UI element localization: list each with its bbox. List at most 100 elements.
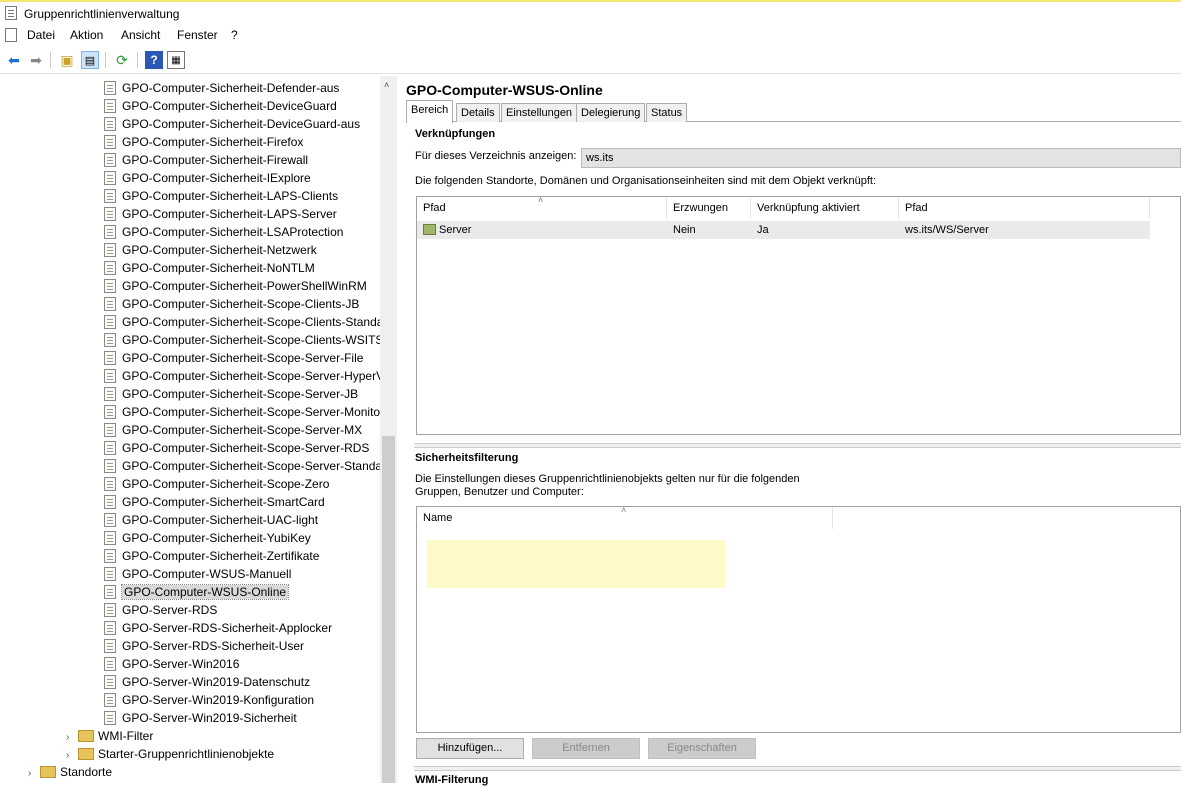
- tree-item-starter-gpos[interactable]: › Starter-Gruppenrichtlinienobjekte: [66, 745, 274, 763]
- forward-arrow-icon[interactable]: ➡: [27, 51, 45, 69]
- properties-button[interactable]: Eigenschaften: [648, 738, 756, 759]
- security-description-1: Die Einstellungen dieses Gruppenrichtlin…: [415, 473, 800, 485]
- tree-item-gpo[interactable]: GPO-Server-Win2019-Konfiguration: [104, 691, 314, 709]
- tree-item-gpo[interactable]: GPO-Computer-Sicherheit-LSAProtection: [104, 223, 343, 241]
- tree-item-gpo[interactable]: GPO-Computer-Sicherheit-Scope-Clients-St…: [104, 313, 383, 331]
- column-header-pfad[interactable]: Pfad: [417, 197, 667, 219]
- menu-aktion[interactable]: Aktion: [70, 28, 103, 42]
- detail-pane: GPO-Computer-WSUS-Online Bereich Details…: [400, 76, 1181, 786]
- row-name: Server: [439, 224, 472, 236]
- tree-item-gpo[interactable]: GPO-Computer-Sicherheit-Firefox: [104, 133, 303, 151]
- show-for-field[interactable]: ws.its: [581, 148, 1181, 168]
- tree-item-gpo[interactable]: GPO-Server-Win2016: [104, 655, 239, 673]
- row-enabled: Ja: [757, 224, 769, 236]
- tree-item-label: Standorte: [60, 765, 113, 779]
- tree-item-label: GPO-Computer-Sicherheit-Firefox: [122, 135, 304, 149]
- tree-scrollbar[interactable]: ˄: [380, 76, 397, 783]
- tree-item-gpo[interactable]: GPO-Computer-WSUS-Manuell: [104, 565, 291, 583]
- menu-help[interactable]: ?: [231, 28, 238, 42]
- gpo-icon: [104, 639, 116, 653]
- tree-item-gpo[interactable]: GPO-Server-RDS: [104, 601, 217, 619]
- gpo-icon: [104, 117, 116, 131]
- tree-item-label: GPO-Server-Win2019-Datenschutz: [122, 675, 311, 689]
- tree-item-gpo[interactable]: GPO-Computer-Sicherheit-PowerShellWinRM: [104, 277, 367, 295]
- tree-item-gpo[interactable]: GPO-Server-RDS-Sicherheit-User: [104, 637, 304, 655]
- gpo-icon: [104, 81, 116, 95]
- tree-item-gpo[interactable]: GPO-Computer-Sicherheit-SmartCard: [104, 493, 325, 511]
- column-header-name[interactable]: Name: [417, 507, 833, 529]
- tree-item-label: GPO-Computer-Sicherheit-LAPS-Server: [122, 207, 337, 221]
- row-path: ws.its/WS/Server: [905, 224, 989, 236]
- tree-item-gpo[interactable]: GPO-Server-Win2019-Sicherheit: [104, 709, 297, 727]
- tree-item-gpo[interactable]: GPO-Computer-Sicherheit-Scope-Server-JB: [104, 385, 358, 403]
- back-arrow-icon[interactable]: ⬅: [5, 51, 23, 69]
- chevron-right-icon[interactable]: ›: [28, 765, 40, 783]
- tree-item-gpo[interactable]: GPO-Computer-Sicherheit-Scope-Server-MX: [104, 421, 362, 439]
- tree-item-gpo[interactable]: GPO-Computer-Sicherheit-Scope-Server-RDS: [104, 439, 369, 457]
- show-hide-tree-icon[interactable]: ▤: [81, 51, 99, 69]
- tab-details[interactable]: Details: [456, 103, 500, 122]
- menu-datei[interactable]: Datei: [27, 28, 55, 42]
- tree-item-label: GPO-Computer-Sicherheit-Scope-Server-MX: [122, 423, 363, 437]
- tab-bereich[interactable]: Bereich: [406, 100, 454, 123]
- gpo-icon: [104, 351, 116, 365]
- tree-item-label: Starter-Gruppenrichtlinienobjekte: [98, 747, 275, 761]
- tree-item-standorte[interactable]: › Standorte: [28, 763, 112, 781]
- column-header-erzwungen[interactable]: Erzwungen: [667, 197, 751, 219]
- menu-ansicht[interactable]: Ansicht: [121, 28, 160, 42]
- refresh-icon[interactable]: ⟳: [113, 51, 131, 69]
- tree-item-label: GPO-Computer-Sicherheit-IExplore: [122, 171, 311, 185]
- add-button[interactable]: Hinzufügen...: [416, 738, 524, 759]
- tree-item-gpo[interactable]: GPO-Computer-Sicherheit-Scope-Clients-JB: [104, 295, 359, 313]
- tree-item-gpo[interactable]: GPO-Computer-WSUS-Online: [104, 583, 290, 601]
- tree-item-wmi-filter[interactable]: › WMI-Filter: [66, 727, 153, 745]
- tree-item-gpo[interactable]: GPO-Computer-Sicherheit-Scope-Clients-WS…: [104, 331, 383, 349]
- tab-delegierung[interactable]: Delegierung: [576, 103, 646, 122]
- tree-item-gpo[interactable]: GPO-Computer-Sicherheit-Defender-aus: [104, 79, 339, 97]
- gpo-icon: [104, 189, 116, 203]
- gpo-title: GPO-Computer-WSUS-Online: [406, 82, 603, 98]
- tree-item-label: GPO-Computer-Sicherheit-Scope-Server-JB: [122, 387, 359, 401]
- gpo-icon: [104, 531, 116, 545]
- tree-item-gpo[interactable]: GPO-Computer-Sicherheit-Zertifikate: [104, 547, 319, 565]
- tree-item-gpo[interactable]: GPO-Computer-Sicherheit-YubiKey: [104, 529, 311, 547]
- system-menu-icon[interactable]: [5, 28, 17, 42]
- tree-item-gpo[interactable]: GPO-Computer-Sicherheit-DeviceGuard: [104, 97, 337, 115]
- tree-item-gpo[interactable]: GPO-Computer-Sicherheit-Firewall: [104, 151, 308, 169]
- tree-item-gpo[interactable]: GPO-Computer-Sicherheit-DeviceGuard-aus: [104, 115, 360, 133]
- gpo-icon: [104, 171, 116, 185]
- tab-einstellungen[interactable]: Einstellungen: [501, 103, 578, 122]
- tree-item-gpo[interactable]: GPO-Computer-Sicherheit-Netzwerk: [104, 241, 317, 259]
- gpo-icon: [104, 621, 116, 635]
- properties-icon[interactable]: ▦: [167, 51, 185, 69]
- tab-status[interactable]: Status: [646, 103, 688, 122]
- tree-item-gpo[interactable]: GPO-Server-Win2019-Datenschutz: [104, 673, 310, 691]
- help-icon[interactable]: ?: [145, 51, 163, 69]
- remove-button[interactable]: Entfernen: [532, 738, 640, 759]
- tree-item-gpo[interactable]: GPO-Computer-Sicherheit-LAPS-Clients: [104, 187, 338, 205]
- tree-item-label: GPO-Computer-Sicherheit-Scope-Clients-WS…: [122, 333, 384, 347]
- tree-item-gpo[interactable]: GPO-Computer-Sicherheit-Scope-Zero: [104, 475, 329, 493]
- tree-item-gpo[interactable]: GPO-Computer-Sicherheit-Scope-Server-Hyp…: [104, 367, 384, 385]
- tree-item-gpo[interactable]: GPO-Computer-Sicherheit-Scope-Server-Sta…: [104, 457, 382, 475]
- tree-item-gpo[interactable]: GPO-Computer-Sicherheit-NoNTLM: [104, 259, 315, 277]
- tree-item-gpo[interactable]: GPO-Computer-Sicherheit-UAC-light: [104, 511, 318, 529]
- section-splitter[interactable]: [414, 443, 1181, 448]
- column-header-verknuepfung-aktiviert[interactable]: Verknüpfung aktiviert: [751, 197, 899, 219]
- up-folder-icon[interactable]: ▣: [58, 51, 76, 69]
- menu-fenster[interactable]: Fenster: [177, 28, 218, 42]
- table-row[interactable]: Server Nein Ja ws.its/WS/Server: [417, 221, 1150, 239]
- column-header-pfad-2[interactable]: Pfad: [899, 197, 1150, 219]
- wmi-heading: WMI-Filterung: [415, 774, 489, 786]
- section-splitter[interactable]: [414, 766, 1181, 771]
- gpo-icon: [104, 153, 116, 167]
- scroll-up-arrow-icon[interactable]: ˄: [384, 80, 389, 90]
- tree-item-gpo[interactable]: GPO-Computer-Sicherheit-IExplore: [104, 169, 311, 187]
- title-bar: Gruppenrichtlinienverwaltung: [0, 2, 1181, 24]
- tree-item-label: GPO-Computer-Sicherheit-Scope-Server-Fil…: [122, 351, 364, 365]
- tree-item-gpo[interactable]: GPO-Computer-Sicherheit-Scope-Server-Fil…: [104, 349, 363, 367]
- tree-item-gpo[interactable]: GPO-Computer-Sicherheit-LAPS-Server: [104, 205, 337, 223]
- tree-item-gpo[interactable]: GPO-Server-RDS-Sicherheit-Applocker: [104, 619, 332, 637]
- tree-item-gpo[interactable]: GPO-Computer-Sicherheit-Scope-Server-Mon…: [104, 403, 380, 421]
- scrollbar-thumb[interactable]: [382, 436, 395, 783]
